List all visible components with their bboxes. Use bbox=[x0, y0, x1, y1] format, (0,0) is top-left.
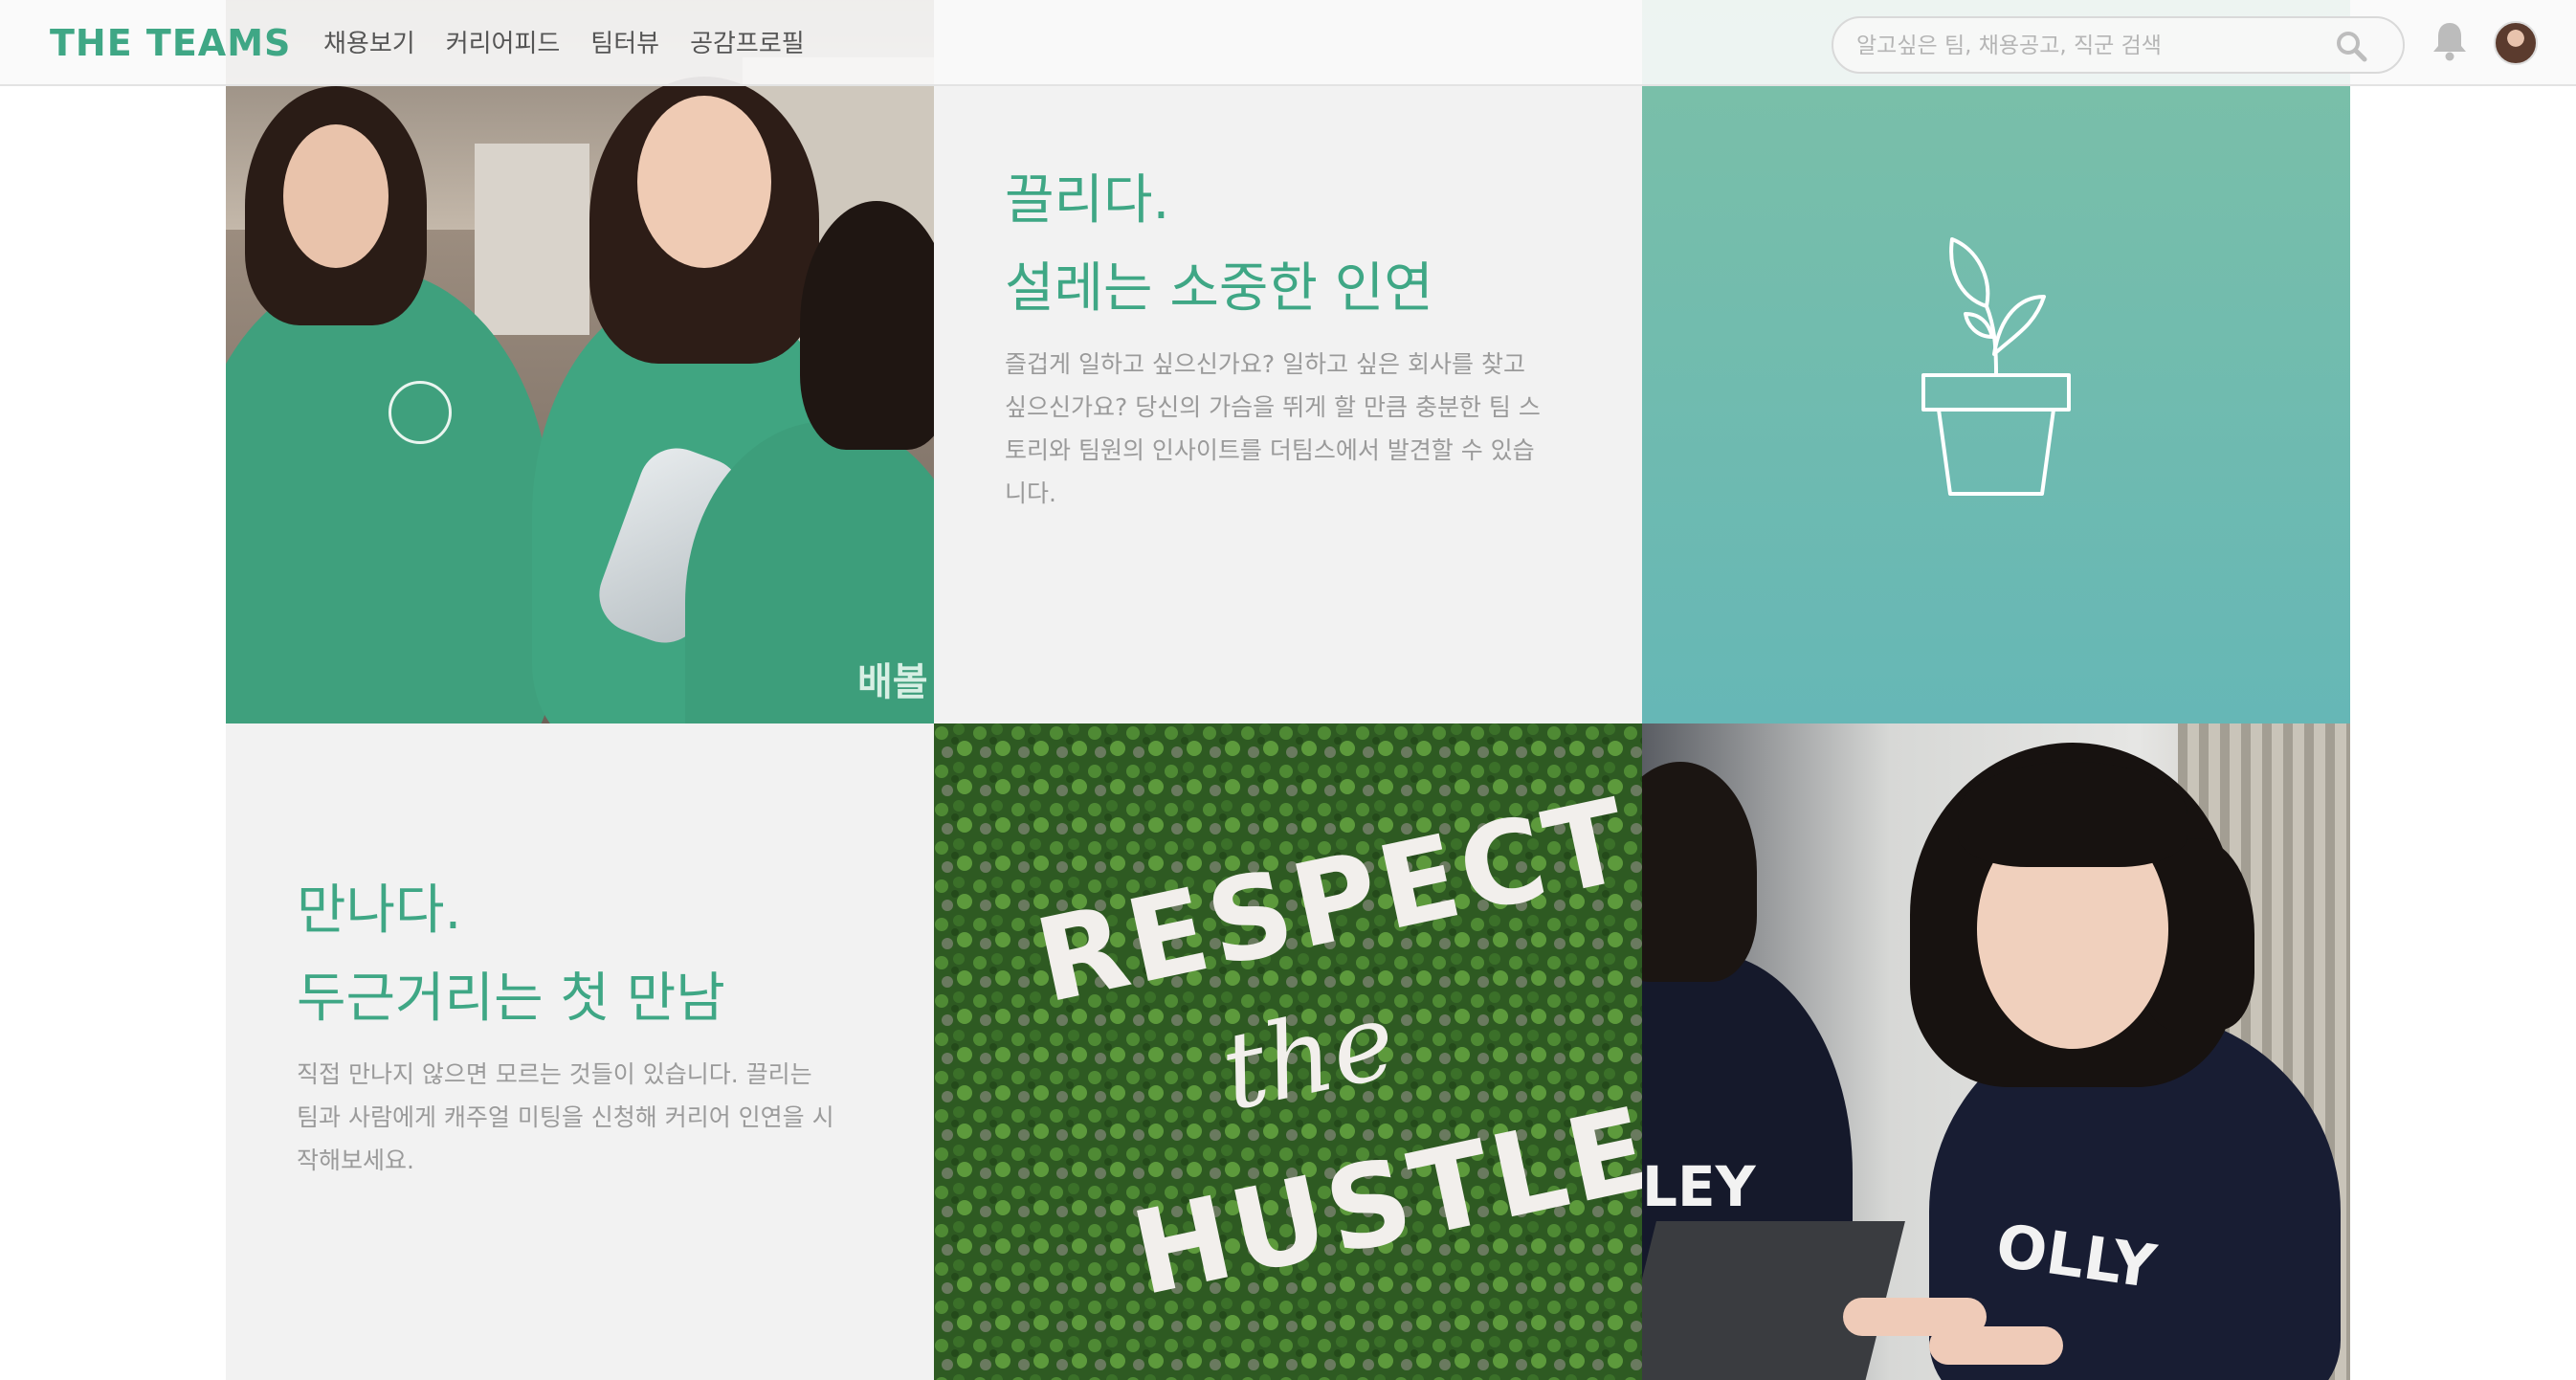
moss-wall-sign: RESPECT the HUSTLE bbox=[934, 723, 1642, 1380]
card-body-meet: 직접 만나지 않으면 모르는 것들이 있습니다. 끌리는 팀과 사람에게 캐주얼… bbox=[297, 1060, 834, 1174]
respect-the-hustle-photo: RESPECT the HUSTLE bbox=[934, 723, 1642, 1380]
nav-item-team-interview[interactable]: 팀터뷰 bbox=[590, 25, 659, 63]
avatar[interactable] bbox=[2494, 21, 2538, 65]
tshirt-print-left: LEY bbox=[1642, 1154, 1756, 1219]
nav-item-career-feed[interactable]: 커리어피드 bbox=[446, 25, 561, 63]
search-box bbox=[1832, 16, 2405, 74]
bell-icon[interactable] bbox=[2431, 19, 2469, 61]
top-navigation-bar: THE TEAMS 채용보기 커리어피드 팀터뷰 공감프로필 bbox=[0, 0, 2576, 86]
card-heading-meet: 만나다. bbox=[297, 879, 462, 942]
search-icon[interactable] bbox=[2335, 30, 2367, 62]
search-input[interactable] bbox=[1854, 26, 2327, 66]
feature-card-meet: 만나다. 두근거리는 첫 만남 직접 만나지 않으면 모르는 것들이 있습니다.… bbox=[226, 723, 934, 1380]
team-photo-laptop: LEY OLLY bbox=[1642, 723, 2350, 1380]
team-photo-green-sweatshirts: 배볼 bbox=[226, 0, 934, 723]
plant-icon bbox=[1921, 237, 2071, 496]
card-subheading-meet: 두근거리는 첫 만남 bbox=[297, 968, 725, 1030]
nav-item-empathy-profile[interactable]: 공감프로필 bbox=[690, 25, 805, 63]
feature-card-attract: 끌리다. 설레는 소중한 인연 즐겁게 일하고 싶으신가요? 일하고 싶은 회사… bbox=[934, 0, 1642, 723]
plant-illustration-tile bbox=[1642, 0, 2350, 723]
card-subheading-attract: 설레는 소중한 인연 bbox=[1005, 257, 1433, 320]
nav-item-jobs[interactable]: 채용보기 bbox=[323, 25, 415, 63]
main-nav: 채용보기 커리어피드 팀터뷰 공감프로필 bbox=[323, 25, 805, 63]
logo[interactable]: THE TEAMS bbox=[50, 18, 291, 68]
sweatshirt-print: 배볼 bbox=[857, 660, 928, 704]
card-body-attract: 즐겁게 일하고 싶으신가요? 일하고 싶은 회사를 찾고 싶으신가요? 당신의 … bbox=[1005, 350, 1541, 507]
card-heading-attract: 끌리다. bbox=[1005, 169, 1170, 232]
